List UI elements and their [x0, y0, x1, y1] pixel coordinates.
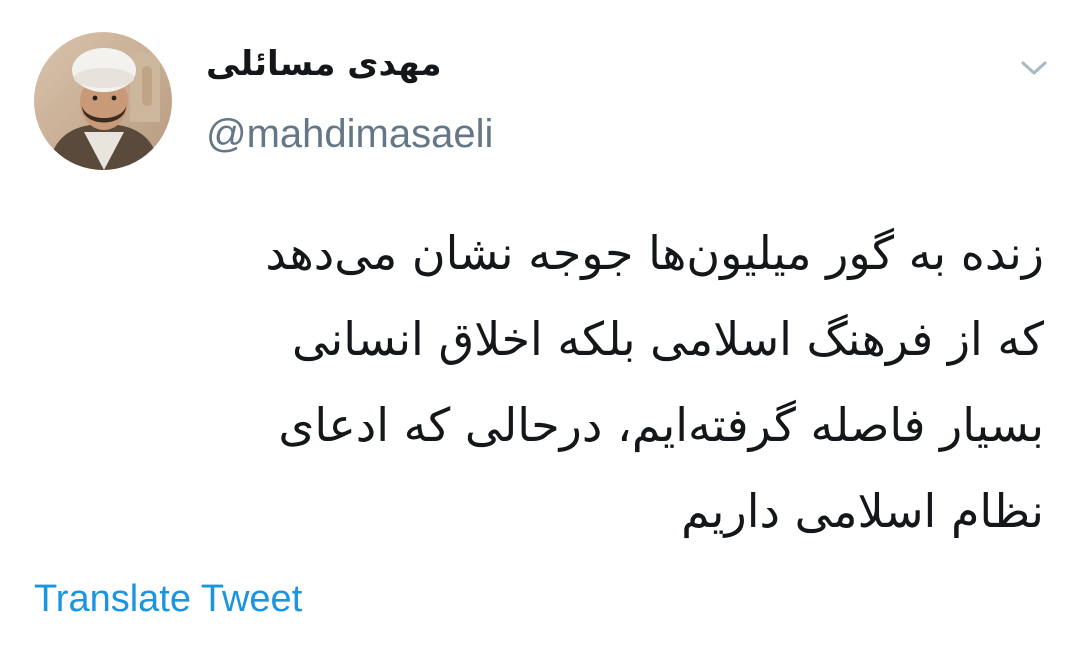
chevron-down-icon[interactable]: [1016, 54, 1052, 82]
tweet-text-line: که از فرهنگ اسلامی بلکه اخلاق انسانی: [292, 312, 1044, 366]
tweet-card: مهدی مسائلی @mahdimasaeli زنده به گور می…: [0, 0, 1080, 647]
author-avatar[interactable]: [34, 32, 172, 170]
tweet-text-line: زنده به گور میلیون‌ها جوجه نشان می‌دهد: [265, 226, 1044, 280]
tweet-text-line: نظام اسلامی داریم: [681, 484, 1044, 538]
avatar-image: [34, 32, 172, 170]
author-handle[interactable]: @mahdimasaeli: [206, 112, 493, 157]
author-display-name[interactable]: مهدی مسائلی: [206, 44, 442, 84]
tweet-text-line: بسیار فاصله گرفته‌ایم، درحالی که ادعای: [278, 398, 1044, 452]
translate-tweet-link[interactable]: Translate Tweet: [34, 578, 302, 621]
tweet-text: زنده به گور میلیون‌ها جوجه نشان می‌دهد ک…: [44, 210, 1044, 554]
